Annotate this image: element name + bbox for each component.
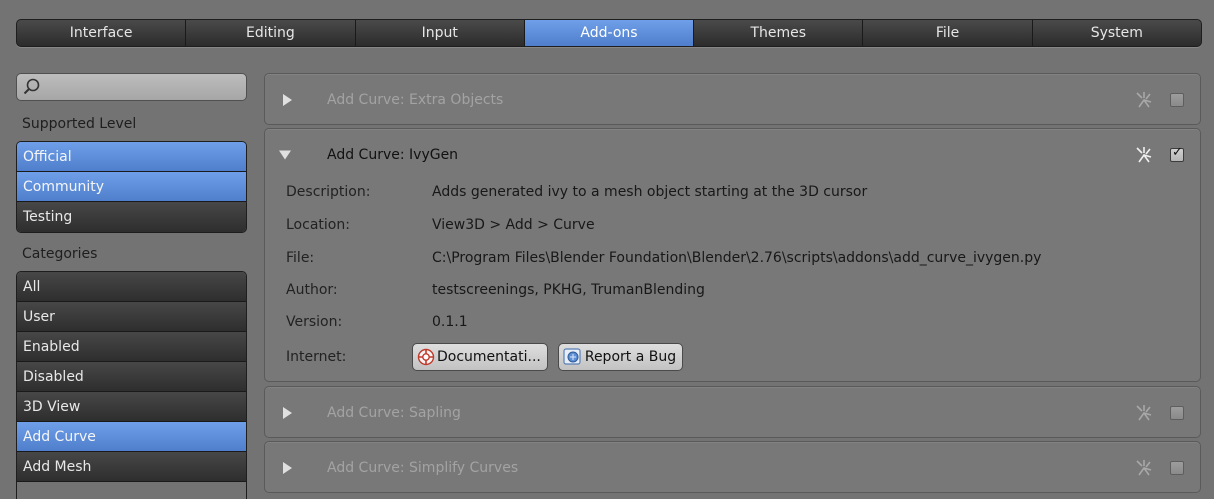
addon-header[interactable]: Add Curve: IvyGen ✓ — [265, 129, 1200, 181]
documentation-button[interactable]: Documentati... — [412, 343, 548, 371]
detail-value: 0.1.1 — [432, 314, 468, 330]
category-3d-view[interactable]: 3D View — [17, 392, 246, 422]
detail-value: Adds generated ivy to a mesh object star… — [432, 184, 868, 200]
addon-extra-objects: Add Curve: Extra Objects — [264, 73, 1201, 125]
detail-row-version: Version: 0.1.1 — [286, 307, 1200, 337]
tab-themes[interactable]: Themes — [694, 20, 864, 46]
addon-title: Add Curve: Sapling — [327, 405, 461, 421]
report-bug-button-label: Report a Bug — [584, 349, 677, 365]
detail-key: Location: — [286, 217, 350, 233]
category-add-mesh[interactable]: Add Mesh — [17, 452, 246, 482]
expand-arrow-icon[interactable] — [283, 462, 292, 474]
documentation-button-label: Documentati... — [437, 349, 541, 365]
tab-system[interactable]: System — [1032, 20, 1201, 46]
addon-title: Add Curve: Extra Objects — [327, 92, 504, 108]
filter-official[interactable]: Official — [17, 142, 246, 172]
preferences-tabs: Interface Editing Input Add-ons Themes F… — [16, 19, 1202, 47]
detail-value: View3D > Add > Curve — [432, 217, 595, 233]
enable-checkbox[interactable] — [1170, 461, 1184, 475]
detail-key: Internet: — [286, 349, 347, 365]
filter-community[interactable]: Community — [17, 172, 246, 202]
search-icon — [23, 78, 40, 95]
addon-title: Add Curve: Simplify Curves — [327, 460, 519, 476]
category-disabled[interactable]: Disabled — [17, 362, 246, 392]
detail-row-internet: Internet: Documentati... Report a Bug — [286, 342, 1200, 372]
report-bug-icon — [563, 348, 581, 365]
enable-checkbox[interactable] — [1170, 93, 1184, 107]
detail-row-description: Description: Adds generated ivy to a mes… — [286, 177, 1200, 207]
help-lifebuoy-icon — [417, 348, 435, 366]
detail-key: Author: — [286, 282, 338, 298]
tab-editing[interactable]: Editing — [186, 20, 356, 46]
addon-title: Add Curve: IvyGen — [327, 147, 459, 163]
collapse-arrow-icon[interactable] — [279, 150, 291, 160]
tab-input[interactable]: Input — [355, 20, 525, 46]
official-support-icon — [1136, 460, 1152, 476]
official-support-icon — [1136, 147, 1152, 163]
checkmark-icon: ✓ — [1172, 145, 1183, 160]
enable-checkbox[interactable]: ✓ — [1170, 145, 1184, 162]
addon-simplify-curves: Add Curve: Simplify Curves — [264, 441, 1201, 493]
categories-group: All User Enabled Disabled 3D View Add Cu… — [16, 271, 247, 499]
tab-interface[interactable]: Interface — [17, 20, 187, 46]
addon-ivygen: Add Curve: IvyGen ✓ Description: Adds ge… — [264, 128, 1201, 382]
filter-testing[interactable]: Testing — [17, 202, 246, 232]
detail-value: C:\Program Files\Blender Foundation\Blen… — [432, 250, 1042, 266]
tab-file[interactable]: File — [863, 20, 1033, 46]
category-user[interactable]: User — [17, 302, 246, 332]
search-input[interactable] — [16, 73, 247, 101]
category-add-curve[interactable]: Add Curve — [17, 422, 246, 452]
addon-sapling: Add Curve: Sapling — [264, 386, 1201, 438]
detail-key: Description: — [286, 184, 371, 200]
report-bug-button[interactable]: Report a Bug — [557, 343, 684, 371]
tab-add-ons[interactable]: Add-ons — [524, 20, 695, 46]
official-support-icon — [1136, 405, 1152, 421]
detail-value: testscreenings, PKHG, TrumanBlending — [432, 282, 705, 298]
expand-arrow-icon[interactable] — [283, 407, 292, 419]
detail-row-location: Location: View3D > Add > Curve — [286, 210, 1200, 240]
enable-checkbox[interactable] — [1170, 406, 1184, 420]
categories-label: Categories — [22, 246, 98, 262]
detail-row-file: File: C:\Program Files\Blender Foundatio… — [286, 243, 1200, 273]
category-all[interactable]: All — [17, 272, 246, 302]
category-enabled[interactable]: Enabled — [17, 332, 246, 362]
detail-row-author: Author: testscreenings, PKHG, TrumanBlen… — [286, 275, 1200, 305]
supported-level-group: Official Community Testing — [16, 141, 247, 233]
expand-arrow-icon[interactable] — [283, 94, 292, 106]
official-support-icon — [1136, 92, 1152, 108]
detail-key: File: — [286, 250, 315, 266]
addon-header[interactable]: Add Curve: Extra Objects — [265, 74, 1200, 126]
detail-key: Version: — [286, 314, 343, 330]
addon-header[interactable]: Add Curve: Simplify Curves — [265, 442, 1200, 494]
addon-header[interactable]: Add Curve: Sapling — [265, 387, 1200, 439]
supported-level-label: Supported Level — [22, 116, 137, 132]
